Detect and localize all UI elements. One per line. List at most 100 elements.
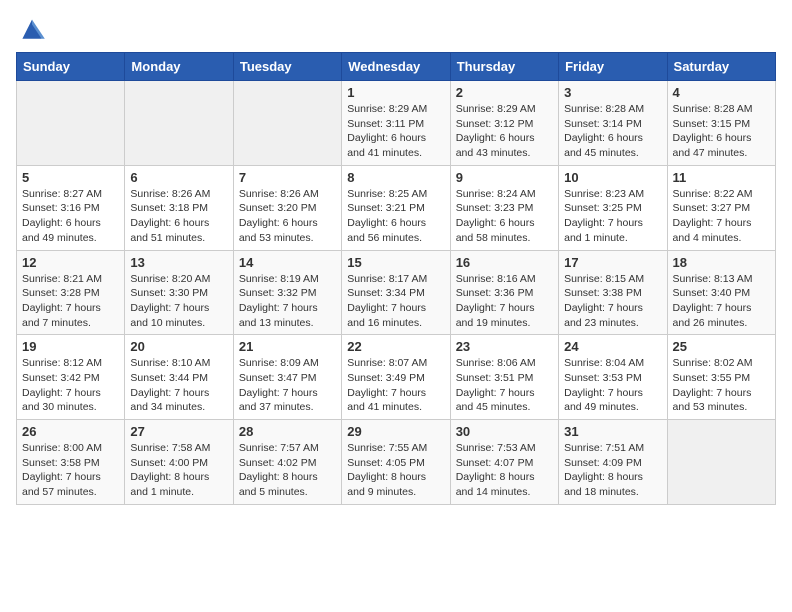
day-number: 2 xyxy=(456,85,553,100)
calendar-cell: 26 Sunrise: 8:00 AM Sunset: 3:58 PM Dayli… xyxy=(17,420,125,505)
calendar-cell: 30Sunrise: 7:53 AM Sunset: 4:07 PM Dayli… xyxy=(450,420,558,505)
day-info: Sunrise: 8:04 AM Sunset: 3:53 PM Dayligh… xyxy=(564,356,661,415)
day-number: 1 xyxy=(347,85,444,100)
calendar-cell: 4 Sunrise: 8:28 AM Sunset: 3:15 PM Daylig… xyxy=(667,81,775,166)
calendar-cell: 6Sunrise: 8:26 AM Sunset: 3:18 PM Daylig… xyxy=(125,165,233,250)
calendar-cell: 16 Sunrise: 8:16 AM Sunset: 3:36 PM Dayli… xyxy=(450,250,558,335)
day-info: Sunrise: 8:00 AM Sunset: 3:58 PM Dayligh… xyxy=(22,441,119,500)
page-header xyxy=(16,16,776,44)
calendar-cell: 27 Sunrise: 7:58 AM Sunset: 4:00 PM Dayli… xyxy=(125,420,233,505)
day-number: 13 xyxy=(130,255,227,270)
calendar-cell xyxy=(233,81,341,166)
day-number: 10 xyxy=(564,170,661,185)
header-tuesday: Tuesday xyxy=(233,53,341,81)
calendar-cell: 15 Sunrise: 8:17 AM Sunset: 3:34 PM Dayli… xyxy=(342,250,450,335)
day-number: 3 xyxy=(564,85,661,100)
day-number: 29 xyxy=(347,424,444,439)
day-number: 24 xyxy=(564,339,661,354)
day-info: Sunrise: 7:57 AM Sunset: 4:02 PM Dayligh… xyxy=(239,441,336,500)
header-sunday: Sunday xyxy=(17,53,125,81)
calendar-cell: 29 Sunrise: 7:55 AM Sunset: 4:05 PM Dayli… xyxy=(342,420,450,505)
calendar-cell: 25 Sunrise: 8:02 AM Sunset: 3:55 PM Dayli… xyxy=(667,335,775,420)
header-thursday: Thursday xyxy=(450,53,558,81)
day-number: 8 xyxy=(347,170,444,185)
day-info: Sunrise: 8:28 AM Sunset: 3:15 PM Dayligh… xyxy=(673,102,770,161)
calendar-cell: 14Sunrise: 8:19 AM Sunset: 3:32 PM Dayli… xyxy=(233,250,341,335)
calendar-cell: 17Sunrise: 8:15 AM Sunset: 3:38 PM Dayli… xyxy=(559,250,667,335)
day-number: 15 xyxy=(347,255,444,270)
day-info: Sunrise: 8:26 AM Sunset: 3:20 PM Dayligh… xyxy=(239,187,336,246)
day-info: Sunrise: 8:28 AM Sunset: 3:14 PM Dayligh… xyxy=(564,102,661,161)
day-info: Sunrise: 7:51 AM Sunset: 4:09 PM Dayligh… xyxy=(564,441,661,500)
day-number: 17 xyxy=(564,255,661,270)
header-friday: Friday xyxy=(559,53,667,81)
day-info: Sunrise: 8:29 AM Sunset: 3:12 PM Dayligh… xyxy=(456,102,553,161)
week-row-0: 1 Sunrise: 8:29 AM Sunset: 3:11 PM Daylig… xyxy=(17,81,776,166)
calendar-cell: 31Sunrise: 7:51 AM Sunset: 4:09 PM Dayli… xyxy=(559,420,667,505)
day-number: 25 xyxy=(673,339,770,354)
day-info: Sunrise: 8:27 AM Sunset: 3:16 PM Dayligh… xyxy=(22,187,119,246)
logo xyxy=(16,16,52,44)
calendar-cell: 3 Sunrise: 8:28 AM Sunset: 3:14 PM Daylig… xyxy=(559,81,667,166)
calendar-cell: 1 Sunrise: 8:29 AM Sunset: 3:11 PM Daylig… xyxy=(342,81,450,166)
calendar-cell: 20Sunrise: 8:10 AM Sunset: 3:44 PM Dayli… xyxy=(125,335,233,420)
day-number: 4 xyxy=(673,85,770,100)
day-number: 23 xyxy=(456,339,553,354)
calendar-cell: 19 Sunrise: 8:12 AM Sunset: 3:42 PM Dayli… xyxy=(17,335,125,420)
calendar-cell: 24 Sunrise: 8:04 AM Sunset: 3:53 PM Dayli… xyxy=(559,335,667,420)
header-wednesday: Wednesday xyxy=(342,53,450,81)
calendar-cell xyxy=(17,81,125,166)
day-info: Sunrise: 8:26 AM Sunset: 3:18 PM Dayligh… xyxy=(130,187,227,246)
calendar-body: 1 Sunrise: 8:29 AM Sunset: 3:11 PM Daylig… xyxy=(17,81,776,505)
calendar-cell: 11Sunrise: 8:22 AM Sunset: 3:27 PM Dayli… xyxy=(667,165,775,250)
calendar-cell xyxy=(667,420,775,505)
day-number: 16 xyxy=(456,255,553,270)
day-info: Sunrise: 8:10 AM Sunset: 3:44 PM Dayligh… xyxy=(130,356,227,415)
day-number: 14 xyxy=(239,255,336,270)
week-row-1: 5 Sunrise: 8:27 AM Sunset: 3:16 PM Daylig… xyxy=(17,165,776,250)
day-info: Sunrise: 8:16 AM Sunset: 3:36 PM Dayligh… xyxy=(456,272,553,331)
day-number: 18 xyxy=(673,255,770,270)
day-number: 30 xyxy=(456,424,553,439)
calendar-table: SundayMondayTuesdayWednesdayThursdayFrid… xyxy=(16,52,776,505)
calendar-cell: 22Sunrise: 8:07 AM Sunset: 3:49 PM Dayli… xyxy=(342,335,450,420)
calendar-cell: 28 Sunrise: 7:57 AM Sunset: 4:02 PM Dayli… xyxy=(233,420,341,505)
calendar-cell: 21Sunrise: 8:09 AM Sunset: 3:47 PM Dayli… xyxy=(233,335,341,420)
header-row: SundayMondayTuesdayWednesdayThursdayFrid… xyxy=(17,53,776,81)
day-info: Sunrise: 8:02 AM Sunset: 3:55 PM Dayligh… xyxy=(673,356,770,415)
day-info: Sunrise: 7:55 AM Sunset: 4:05 PM Dayligh… xyxy=(347,441,444,500)
day-number: 19 xyxy=(22,339,119,354)
day-info: Sunrise: 7:58 AM Sunset: 4:00 PM Dayligh… xyxy=(130,441,227,500)
day-number: 7 xyxy=(239,170,336,185)
day-number: 27 xyxy=(130,424,227,439)
logo-icon xyxy=(16,16,48,44)
calendar-cell: 10Sunrise: 8:23 AM Sunset: 3:25 PM Dayli… xyxy=(559,165,667,250)
week-row-2: 12 Sunrise: 8:21 AM Sunset: 3:28 PM Dayli… xyxy=(17,250,776,335)
day-number: 28 xyxy=(239,424,336,439)
day-info: Sunrise: 8:22 AM Sunset: 3:27 PM Dayligh… xyxy=(673,187,770,246)
header-monday: Monday xyxy=(125,53,233,81)
day-info: Sunrise: 8:21 AM Sunset: 3:28 PM Dayligh… xyxy=(22,272,119,331)
week-row-4: 26 Sunrise: 8:00 AM Sunset: 3:58 PM Dayli… xyxy=(17,420,776,505)
calendar-cell: 5 Sunrise: 8:27 AM Sunset: 3:16 PM Daylig… xyxy=(17,165,125,250)
day-number: 26 xyxy=(22,424,119,439)
calendar-cell: 18Sunrise: 8:13 AM Sunset: 3:40 PM Dayli… xyxy=(667,250,775,335)
day-info: Sunrise: 8:12 AM Sunset: 3:42 PM Dayligh… xyxy=(22,356,119,415)
day-info: Sunrise: 8:29 AM Sunset: 3:11 PM Dayligh… xyxy=(347,102,444,161)
day-info: Sunrise: 8:06 AM Sunset: 3:51 PM Dayligh… xyxy=(456,356,553,415)
calendar-cell: 13Sunrise: 8:20 AM Sunset: 3:30 PM Dayli… xyxy=(125,250,233,335)
day-info: Sunrise: 8:07 AM Sunset: 3:49 PM Dayligh… xyxy=(347,356,444,415)
calendar-header: SundayMondayTuesdayWednesdayThursdayFrid… xyxy=(17,53,776,81)
day-info: Sunrise: 8:09 AM Sunset: 3:47 PM Dayligh… xyxy=(239,356,336,415)
calendar-cell: 9Sunrise: 8:24 AM Sunset: 3:23 PM Daylig… xyxy=(450,165,558,250)
day-number: 5 xyxy=(22,170,119,185)
calendar-cell: 2 Sunrise: 8:29 AM Sunset: 3:12 PM Daylig… xyxy=(450,81,558,166)
header-saturday: Saturday xyxy=(667,53,775,81)
calendar-cell: 8Sunrise: 8:25 AM Sunset: 3:21 PM Daylig… xyxy=(342,165,450,250)
calendar-cell: 7 Sunrise: 8:26 AM Sunset: 3:20 PM Daylig… xyxy=(233,165,341,250)
day-number: 9 xyxy=(456,170,553,185)
day-number: 12 xyxy=(22,255,119,270)
calendar-cell: 23 Sunrise: 8:06 AM Sunset: 3:51 PM Dayli… xyxy=(450,335,558,420)
week-row-3: 19 Sunrise: 8:12 AM Sunset: 3:42 PM Dayli… xyxy=(17,335,776,420)
day-info: Sunrise: 8:17 AM Sunset: 3:34 PM Dayligh… xyxy=(347,272,444,331)
